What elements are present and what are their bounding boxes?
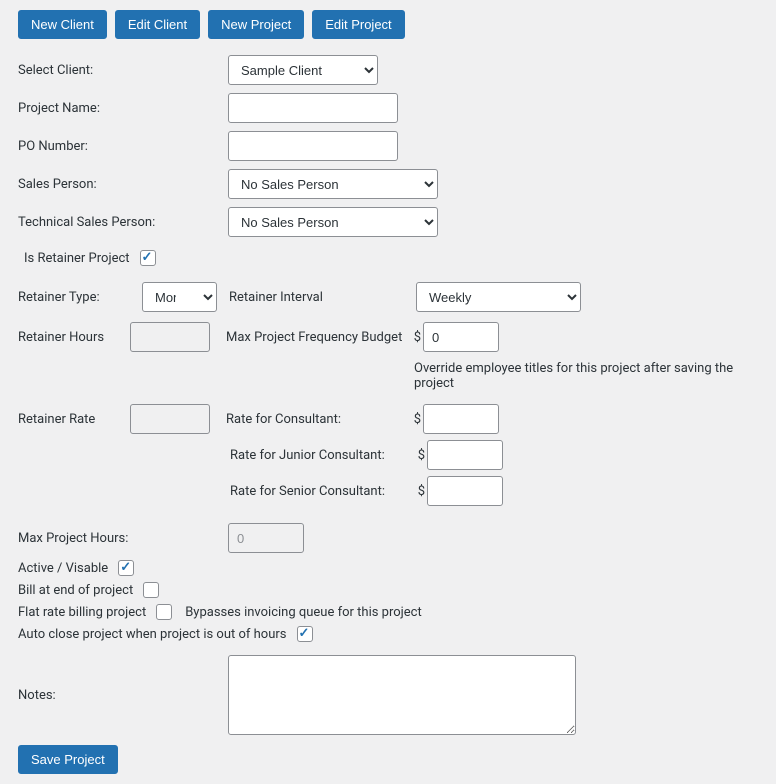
bill-end-label: Bill at end of project	[18, 583, 133, 598]
max-freq-budget-label: Max Project Frequency Budget	[226, 330, 411, 345]
project-name-input[interactable]	[228, 93, 398, 123]
retainer-hours-input[interactable]	[130, 322, 210, 352]
rate-consultant-label: Rate for Consultant:	[226, 412, 411, 427]
top-button-bar: New Client Edit Client New Project Edit …	[18, 10, 758, 39]
edit-client-button[interactable]: Edit Client	[115, 10, 200, 39]
is-retainer-label: Is Retainer Project	[24, 251, 130, 266]
select-client-label: Select Client:	[18, 63, 228, 78]
rate-consultant-input[interactable]	[423, 404, 499, 434]
retainer-type-dropdown[interactable]: Money	[142, 282, 217, 312]
rate-senior-label: Rate for Senior Consultant:	[230, 484, 415, 499]
new-project-button[interactable]: New Project	[208, 10, 304, 39]
rate-senior-input[interactable]	[427, 476, 503, 506]
sales-person-label: Sales Person:	[18, 177, 228, 192]
tech-sales-person-label: Technical Sales Person:	[18, 215, 228, 230]
select-client-dropdown[interactable]: Sample Client	[228, 55, 378, 85]
flat-rate-label: Flat rate billing project	[18, 605, 146, 620]
po-number-label: PO Number:	[18, 139, 228, 154]
is-retainer-checkbox[interactable]	[140, 250, 156, 266]
flat-rate-hint: Bypasses invoicing queue for this projec…	[185, 605, 422, 620]
notes-textarea[interactable]	[228, 655, 576, 735]
dollar-sign: $	[415, 484, 425, 499]
save-project-button[interactable]: Save Project	[18, 745, 118, 774]
sales-person-dropdown[interactable]: No Sales Person	[228, 169, 438, 199]
auto-close-label: Auto close project when project is out o…	[18, 627, 287, 642]
retainer-hours-label: Retainer Hours	[18, 330, 130, 345]
new-client-button[interactable]: New Client	[18, 10, 107, 39]
po-number-input[interactable]	[228, 131, 398, 161]
active-visible-label: Active / Visable	[18, 561, 108, 576]
retainer-interval-label: Retainer Interval	[229, 290, 404, 305]
max-hours-input[interactable]	[228, 523, 304, 553]
rate-junior-label: Rate for Junior Consultant:	[230, 448, 415, 463]
edit-project-button[interactable]: Edit Project	[312, 10, 404, 39]
dollar-sign: $	[415, 448, 425, 463]
max-freq-budget-input[interactable]	[423, 322, 499, 352]
retainer-rate-input[interactable]	[130, 404, 210, 434]
bill-end-checkbox[interactable]	[143, 582, 159, 598]
auto-close-checkbox[interactable]	[297, 626, 313, 642]
retainer-interval-dropdown[interactable]: Weekly	[416, 282, 581, 312]
dollar-sign: $	[411, 412, 421, 427]
project-name-label: Project Name:	[18, 101, 228, 116]
dollar-sign: $	[411, 330, 421, 345]
active-visible-checkbox[interactable]	[118, 560, 134, 576]
override-hint: Override employee titles for this projec…	[414, 361, 758, 391]
retainer-rate-label: Retainer Rate	[18, 412, 130, 427]
retainer-type-label: Retainer Type:	[18, 290, 130, 305]
max-hours-label: Max Project Hours:	[18, 531, 228, 546]
tech-sales-person-dropdown[interactable]: No Sales Person	[228, 207, 438, 237]
rate-junior-input[interactable]	[427, 440, 503, 470]
notes-label: Notes:	[18, 688, 228, 703]
flat-rate-checkbox[interactable]	[156, 604, 172, 620]
